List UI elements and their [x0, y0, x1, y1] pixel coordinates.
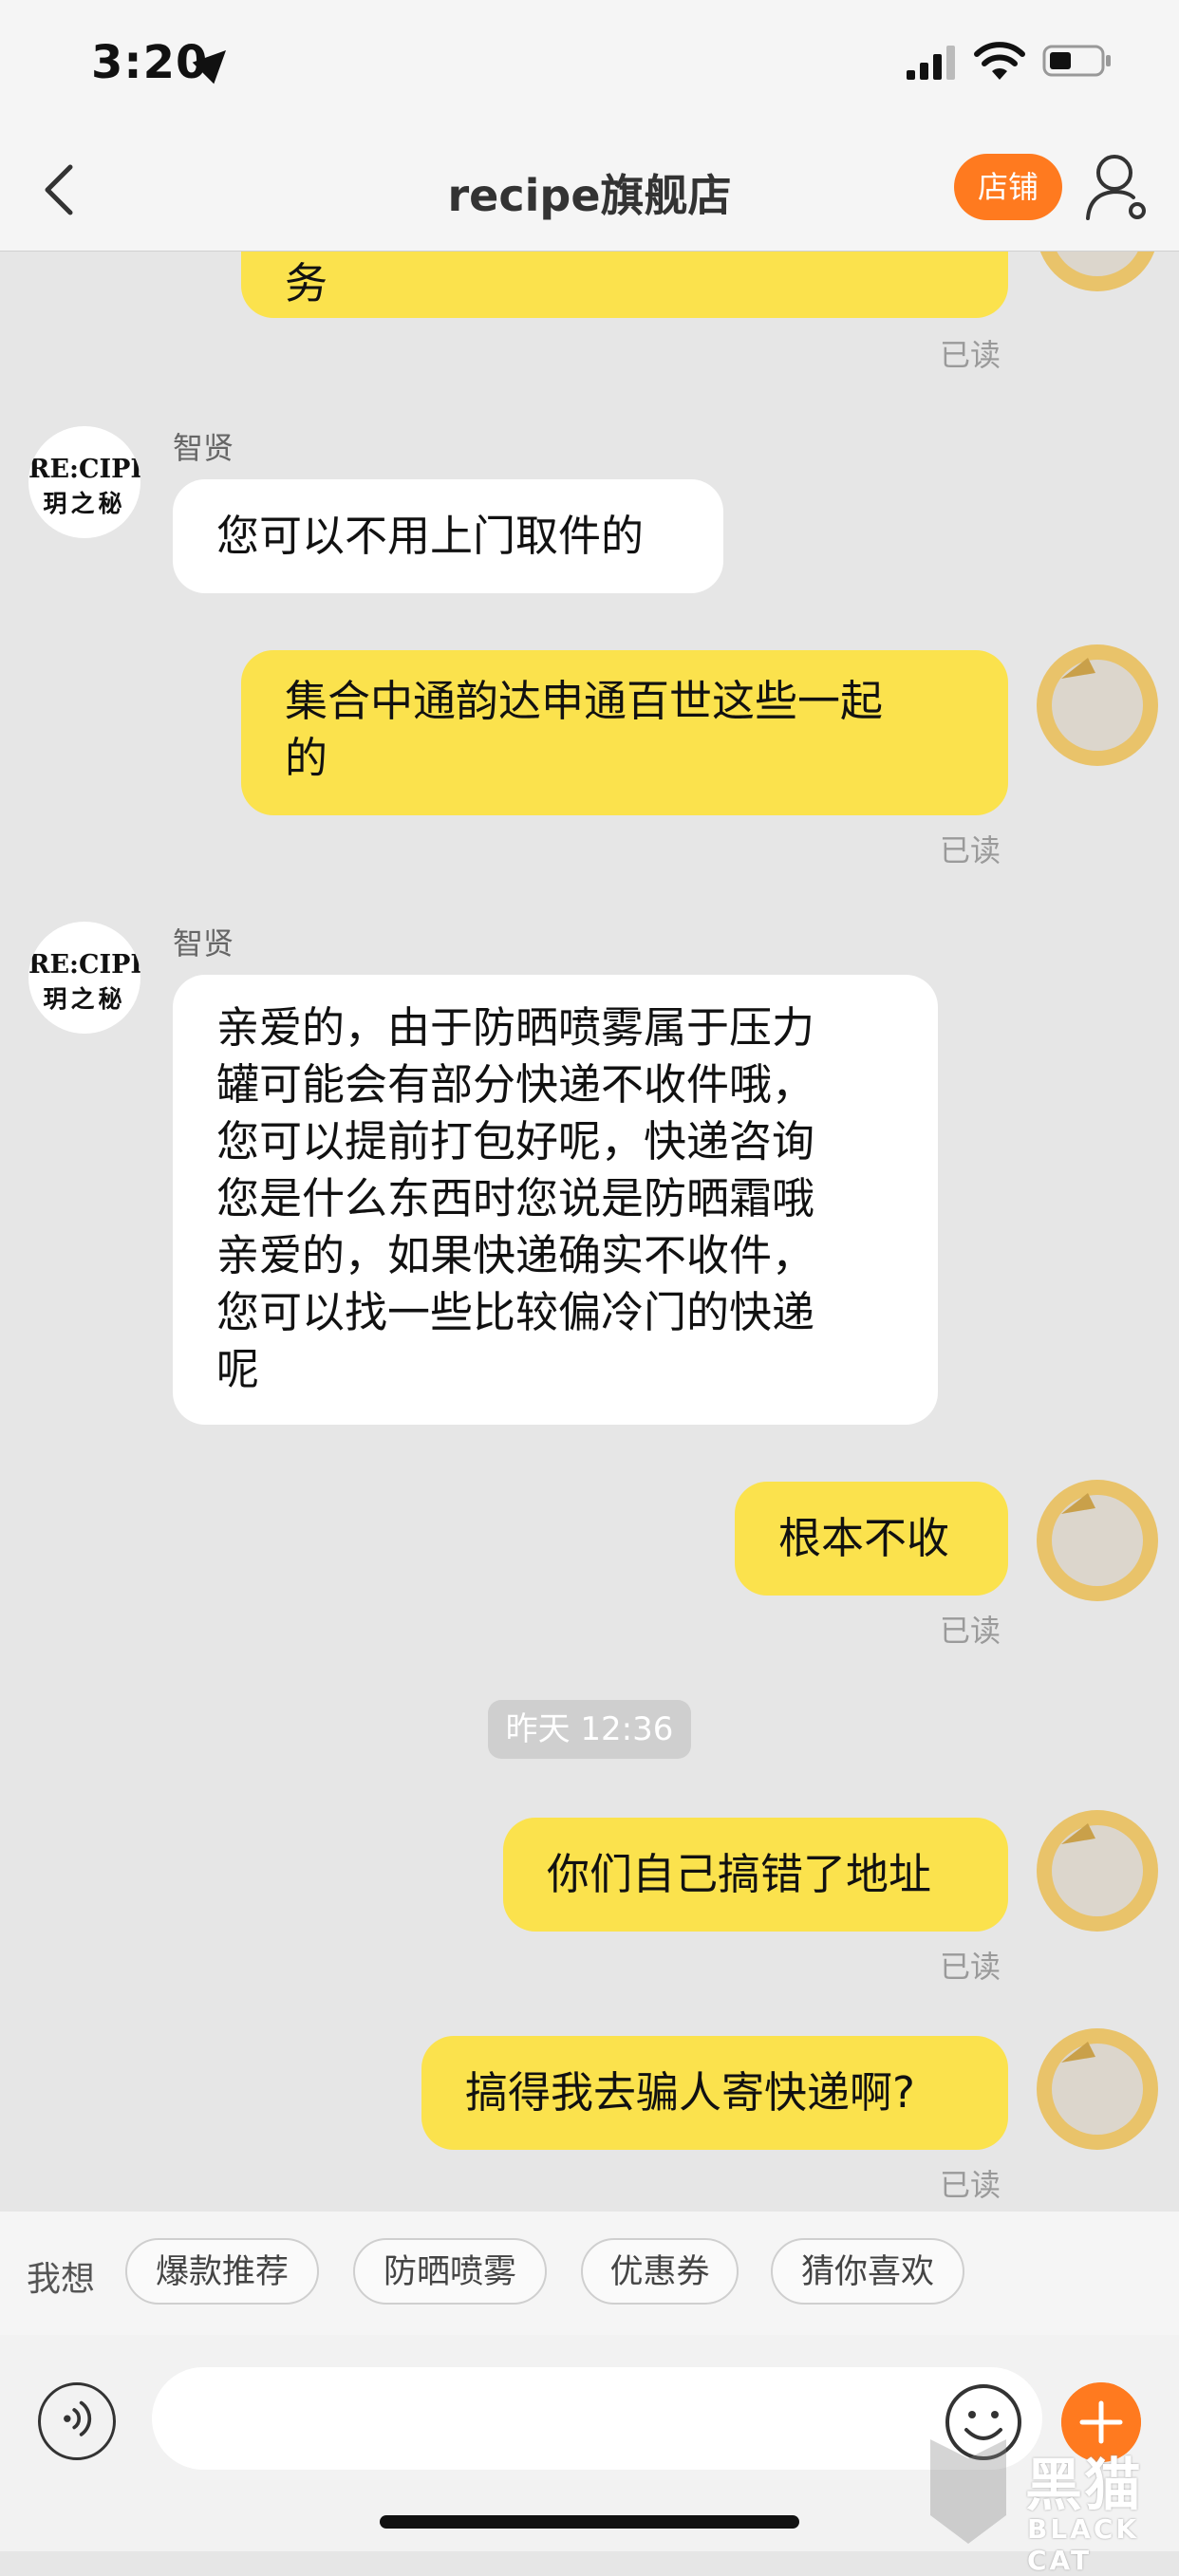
- message-text: 亲爱的，如果快递确实不收件，: [216, 1230, 815, 1280]
- quick-reply-chip[interactable]: 爆款推荐: [125, 2238, 319, 2305]
- voice-icon[interactable]: [38, 2382, 116, 2460]
- status-bar: 3:20: [0, 0, 1179, 123]
- chat-area[interactable]: 务 已读 智贤 RE:CIPE 玥之秘 您可以不用上门取件的 集合中通韵达申通百…: [0, 252, 1179, 2212]
- user-avatar[interactable]: [1033, 1476, 1162, 1605]
- read-status: 已读: [940, 2167, 1001, 2203]
- shop-avatar-line2: 玥之秘: [43, 490, 126, 517]
- user-avatar[interactable]: [1033, 641, 1162, 770]
- home-indicator: [380, 2515, 799, 2529]
- message-text: 务: [285, 258, 328, 308]
- quick-reply-chip[interactable]: 防晒喷雾: [353, 2238, 547, 2305]
- watermark-subtext: BLACK CAT: [1027, 2513, 1140, 2576]
- signal-icon: [907, 46, 955, 80]
- shop-avatar-line2: 玥之秘: [43, 985, 126, 1013]
- message-text: 集合中通韵达申通百世这些一起: [285, 676, 884, 726]
- quick-reply-label: 我想: [27, 2260, 96, 2299]
- timestamp-chip: 昨天 12:36: [488, 1700, 691, 1759]
- message-bubble-outgoing[interactable]: 务: [241, 252, 1008, 318]
- message-input[interactable]: [152, 2367, 1042, 2470]
- message-bubble-incoming[interactable]: 亲爱的，由于防晒喷雾属于压力 罐可能会有部分快递不收件哦， 您可以提前打包好呢，…: [173, 975, 938, 1425]
- shop-avatar-line1: RE:CIPE: [28, 455, 140, 484]
- quick-reply-chip[interactable]: 猜你喜欢: [771, 2238, 964, 2305]
- message-bubble-outgoing[interactable]: 集合中通韵达申通百世这些一起 的: [241, 650, 1008, 815]
- read-status: 已读: [940, 1949, 1001, 1985]
- message-bubble-outgoing[interactable]: 搞得我去骗人寄快递啊?: [421, 2036, 1008, 2150]
- sender-name: 智贤: [173, 925, 234, 961]
- message-text: 根本不收: [778, 1513, 950, 1563]
- user-avatar[interactable]: [1033, 252, 1162, 295]
- message-text: 亲爱的，由于防晒喷雾属于压力: [216, 1002, 815, 1053]
- quick-reply-bar: 我想 爆款推荐 防晒喷雾 优惠券 猜你喜欢: [0, 2212, 1179, 2335]
- message-text: 你们自己搞错了地址: [547, 1849, 932, 1899]
- user-settings-icon[interactable]: [1084, 152, 1151, 222]
- message-text: 您是什么东西时您说是防晒霜哦: [216, 1173, 815, 1223]
- message-text: 您可以找一些比较偏冷门的快递: [216, 1287, 815, 1337]
- watermark-text: 黑猫: [1025, 2453, 1143, 2519]
- wifi-icon: [974, 42, 1025, 80]
- shop-button[interactable]: 店铺: [954, 154, 1062, 220]
- quick-reply-chip[interactable]: 优惠券: [581, 2238, 739, 2305]
- message-text: 的: [285, 733, 328, 783]
- message-text: 搞得我去骗人寄快递啊?: [465, 2067, 915, 2118]
- status-time: 3:20: [91, 36, 209, 89]
- shop-avatar[interactable]: RE:CIPE 玥之秘: [28, 426, 140, 538]
- read-status: 已读: [940, 832, 1001, 868]
- user-avatar[interactable]: [1033, 2025, 1162, 2154]
- message-text: 呢: [216, 1344, 260, 1394]
- message-bubble-incoming[interactable]: 您可以不用上门取件的: [173, 479, 723, 593]
- message-text: 您可以不用上门取件的: [216, 511, 645, 561]
- message-text: 您可以提前打包好呢，快递咨询: [216, 1116, 815, 1167]
- nav-bar: recipe旗舰店 店铺: [0, 123, 1179, 252]
- read-status: 已读: [940, 1613, 1001, 1649]
- read-status: 已读: [940, 337, 1001, 373]
- message-bubble-outgoing[interactable]: 你们自己搞错了地址: [503, 1818, 1008, 1932]
- shop-avatar-line1: RE:CIPE: [28, 950, 140, 980]
- sender-name: 智贤: [173, 430, 234, 466]
- message-bubble-outgoing[interactable]: 根本不收: [735, 1482, 1008, 1596]
- message-text: 罐可能会有部分快递不收件哦，: [216, 1059, 815, 1110]
- shop-avatar[interactable]: RE:CIPE 玥之秘: [28, 922, 140, 1034]
- user-avatar[interactable]: [1033, 1806, 1162, 1935]
- battery-icon: [1042, 45, 1111, 77]
